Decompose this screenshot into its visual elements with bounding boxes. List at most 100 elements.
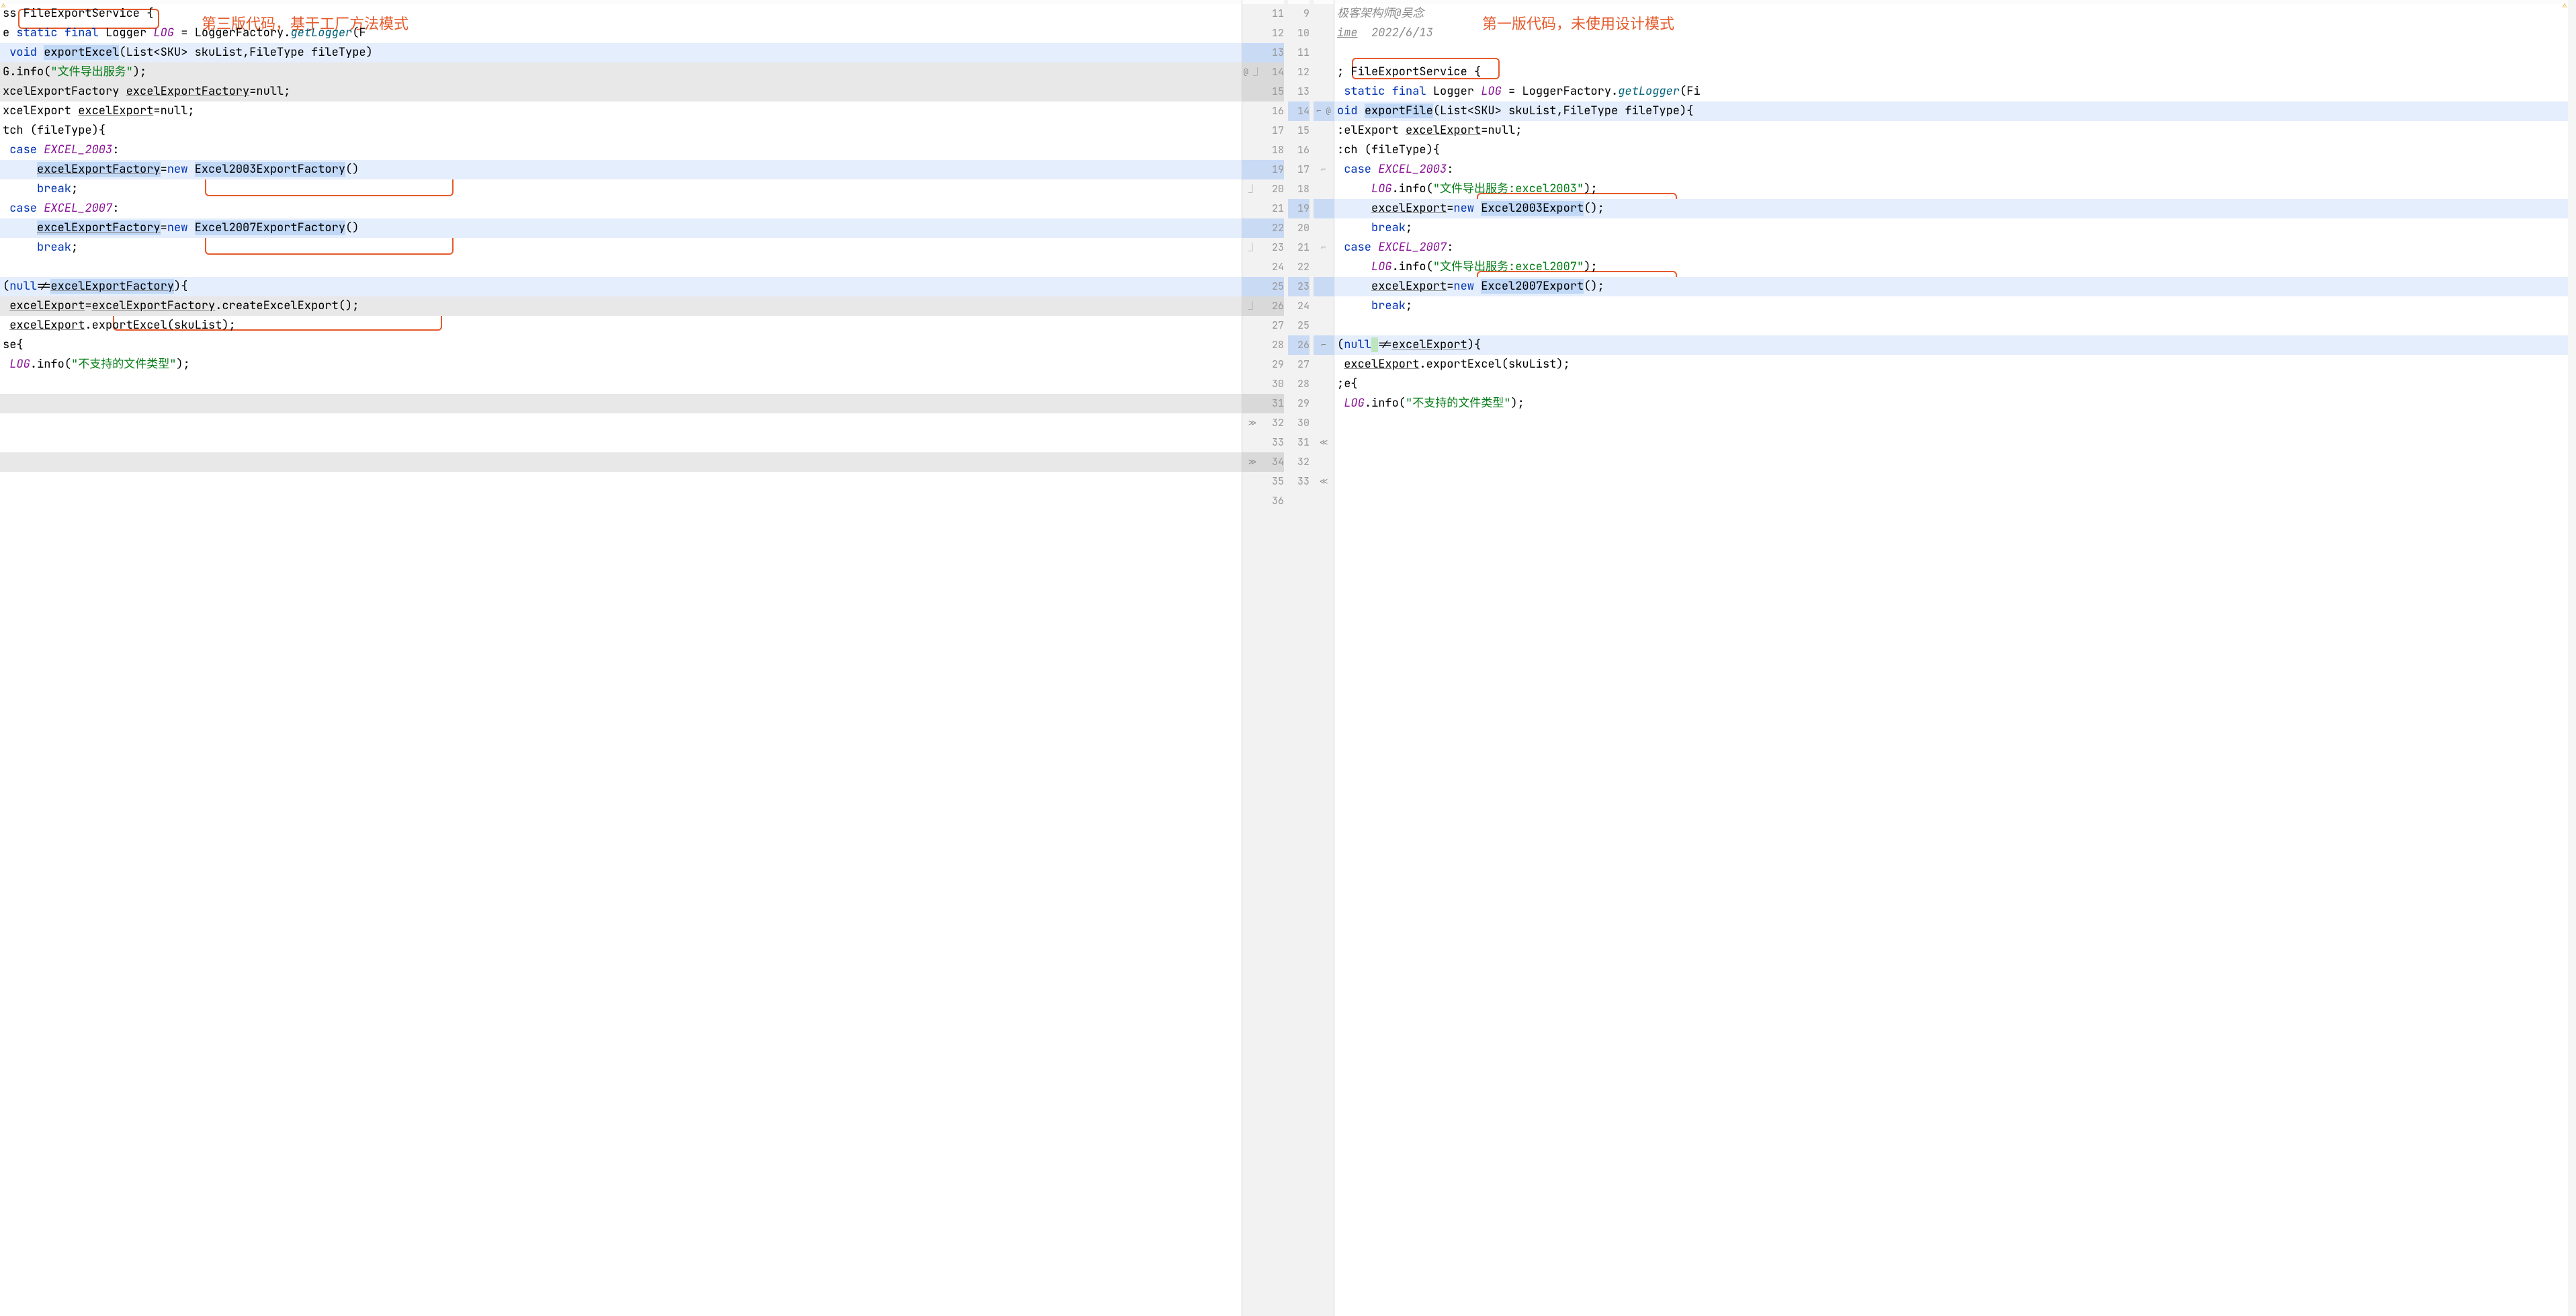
code-text: ; — [1406, 220, 1412, 235]
diff-space — [1371, 337, 1378, 352]
code-text: ; — [1406, 298, 1412, 313]
variable: excelExport — [1392, 337, 1467, 352]
code-text: tch (fileType){ — [3, 123, 105, 138]
keyword: null — [1344, 337, 1371, 352]
code-text: ); — [133, 65, 146, 79]
code-text: != — [37, 279, 50, 294]
code-text: = LoggerFactory. — [1502, 84, 1618, 99]
comment-date: 2022/6/13 — [1358, 26, 1433, 40]
keyword: new — [167, 162, 195, 177]
gutter-left-icons: @ ⏌⏌⏌⏌≫≫ — [1242, 0, 1262, 1316]
signature: (List<SKU> skuList,FileType fileType){ — [1433, 104, 1694, 118]
method-name: exportFile — [1365, 104, 1433, 118]
keyword: case — [1337, 240, 1378, 255]
variable: excelExport — [9, 298, 85, 313]
scrollbar-stripe[interactable] — [2568, 0, 2576, 1316]
class-name: FileExportService — [24, 6, 140, 21]
field: LOG — [1481, 84, 1502, 99]
variable: excelExport — [1371, 279, 1447, 294]
left-pane[interactable]: ⚠ 第三版代码，基于工厂方法模式 ss FileExportService { … — [0, 0, 1242, 1316]
code-text: e — [3, 26, 16, 40]
indent — [3, 181, 37, 196]
code-text: (); — [1584, 201, 1604, 216]
constant: EXCEL_2007 — [1378, 240, 1447, 255]
code-text: (Fi — [1680, 84, 1701, 99]
variable: excelExport — [78, 104, 153, 118]
indent — [3, 298, 9, 313]
keyword: break — [1371, 220, 1406, 235]
indent — [3, 162, 37, 177]
field: LOG — [1371, 259, 1392, 274]
code-text: (); — [1584, 279, 1604, 294]
gutter[interactable]: @ ⏌⏌⏌⏌≫≫ 1112131415161718192021222324252… — [1242, 0, 1334, 1316]
keyword: break — [1371, 298, 1406, 313]
constant: EXCEL_2007 — [44, 201, 112, 216]
code-text: ( — [1337, 337, 1344, 352]
variable: excelExportFactory — [92, 298, 216, 313]
class-name: FileExportService — [1350, 65, 1467, 79]
indent — [1337, 181, 1371, 196]
gutter-right-icons: ⌐ @⌐⌐⌐≪≪ — [1314, 0, 1334, 1316]
string: "文件导出服务" — [50, 65, 132, 79]
type: Logger — [105, 26, 153, 40]
variable: excelExport — [1406, 123, 1481, 138]
method: .info( — [30, 357, 71, 372]
method-name: exportExcel — [44, 45, 119, 60]
keyword: case — [1337, 162, 1378, 177]
code-text: : — [1447, 162, 1453, 177]
code-text: se{ — [3, 337, 24, 352]
signature: (List<SKU> skuList,FileType fileType) — [119, 45, 372, 60]
method: .info( — [1392, 181, 1433, 196]
code-text: ( — [3, 279, 9, 294]
keyword: new — [1453, 279, 1481, 294]
class-name: Excel2007ExportFactory — [195, 220, 345, 235]
code-text: ); — [176, 357, 189, 372]
code-text: () — [345, 220, 359, 235]
method: .info( — [1392, 259, 1433, 274]
code-text: =null; — [153, 104, 194, 118]
class-name: Excel2003ExportFactory — [195, 162, 345, 177]
code-text: { — [1467, 65, 1481, 79]
indent — [1337, 396, 1344, 411]
code-text: : — [112, 142, 119, 157]
type: xcelExportFactory — [3, 84, 126, 99]
left-code[interactable]: ss FileExportService { e static final Lo… — [0, 4, 1242, 511]
comment: 极客架构师@吴念 — [1337, 6, 1424, 21]
code-text: ); — [1584, 181, 1597, 196]
keyword: static final — [16, 26, 105, 40]
code-text: = — [1447, 279, 1453, 294]
code-text: ; — [1337, 65, 1350, 79]
method: .exportExcel(skuList); — [1419, 357, 1570, 372]
type: xcelExport — [3, 104, 78, 118]
right-code[interactable]: 极客架构师@吴念 ime 2022/6/13 ; FileExportServi… — [1334, 4, 2576, 511]
indent — [1337, 220, 1371, 235]
gutter-left-numbers: 1112131415161718192021222324252627282930… — [1262, 0, 1288, 1316]
code-text: () — [345, 162, 359, 177]
code-text: ){ — [174, 279, 187, 294]
type: :elExport — [1337, 123, 1406, 138]
code-text: = — [85, 298, 91, 313]
diff-view: ⚠ 第三版代码，基于工厂方法模式 ss FileExportService { … — [0, 0, 2576, 1316]
keyword: case — [3, 142, 44, 157]
code-text: =null; — [1481, 123, 1522, 138]
code-text: ); — [1510, 396, 1524, 411]
method: .createExcelExport(); — [215, 298, 359, 313]
class-name: Excel2003Export — [1481, 201, 1584, 216]
code-text: :ch (fileType){ — [1337, 142, 1440, 157]
code-text: =null; — [249, 84, 290, 99]
code-text: { — [140, 6, 153, 21]
variable: excelExport — [1371, 201, 1447, 216]
code-text: = LoggerFactory. — [174, 26, 290, 40]
variable: excelExportFactory — [37, 162, 161, 177]
field: LOG — [1344, 396, 1365, 411]
right-pane[interactable]: ⚠ 第一版代码，未使用设计模式 极客架构师@吴念 ime 2022/6/13 ;… — [1334, 0, 2576, 1316]
variable: excelExportFactory — [126, 84, 250, 99]
field: LOG — [1371, 181, 1392, 196]
indent — [1337, 298, 1371, 313]
keyword: null — [9, 279, 37, 294]
type: Logger — [1433, 84, 1481, 99]
keyword: static final — [1337, 84, 1433, 99]
string: "文件导出服务:excel2003" — [1433, 181, 1584, 196]
variable: excelExport — [9, 318, 85, 333]
keyword: new — [167, 220, 195, 235]
